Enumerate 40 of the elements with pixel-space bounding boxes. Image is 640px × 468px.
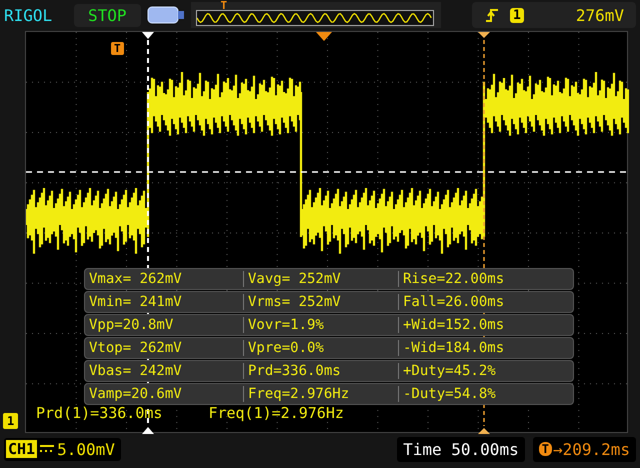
trigger-position-marker: T [220,0,228,12]
measurement-value: +Duty=45.2% [398,363,573,379]
measurement-value: Vpre=0.0% [243,340,398,356]
coupling-icon [39,443,56,455]
measurement-value: Vamp=20.6mV [88,386,183,402]
measurement-value: Vmax= 262mV [88,271,183,287]
trigger-tag: T [538,442,552,456]
channel-marker: 1 [3,413,18,429]
trigger-source: 1 [510,8,524,22]
trigger-position-marker [316,32,332,41]
measurement-value: Rise=22.00ms [398,271,573,287]
vertical-scale: 5.00mV [57,440,115,458]
timebase-readout: Time 50.00ms [397,436,525,462]
trigger-marker: T [111,42,124,55]
measurement-value: Vovr=1.9% [243,317,398,333]
measurement-value: Vtop= 262mV [88,340,183,356]
measurement-value: Prd=336.0ms [243,363,398,379]
measurement-value: +Wid=152.0ms [398,317,573,333]
trigger-offset: →209.2ms [552,440,630,458]
cursor-marker [142,427,154,434]
cursor-marker [478,428,490,434]
rising-edge-icon [484,7,500,23]
run-state: STOP [74,4,141,26]
measurement-value: Vpp=20.8mV [88,317,174,333]
trigger-level: 276mV [576,6,624,24]
cursor-marker [142,32,154,39]
measurement-readout: Freq(1)=2.976Hz [208,404,344,422]
measurement-value: Vmin= 241mV [88,294,183,310]
measurement-readout: Prd(1)=336.0ms [36,404,162,422]
measurement-value: Vavg= 252mV [243,271,398,287]
measurement-value: Freq=2.976Hz [243,386,398,402]
measurement-value: Vrms= 252mV [243,294,398,310]
measurement-value: Vbas= 242mV [88,363,183,379]
cursor-marker [478,32,490,38]
channel-label: CH1 [6,440,38,458]
measurement-value: -Duty=54.8% [398,386,573,402]
measurement-value: Fall=26.00ms [398,294,573,310]
brand-label: RIGOL [4,6,54,24]
memory-icon [146,5,185,25]
measurement-value: -Wid=184.0ms [398,340,573,356]
